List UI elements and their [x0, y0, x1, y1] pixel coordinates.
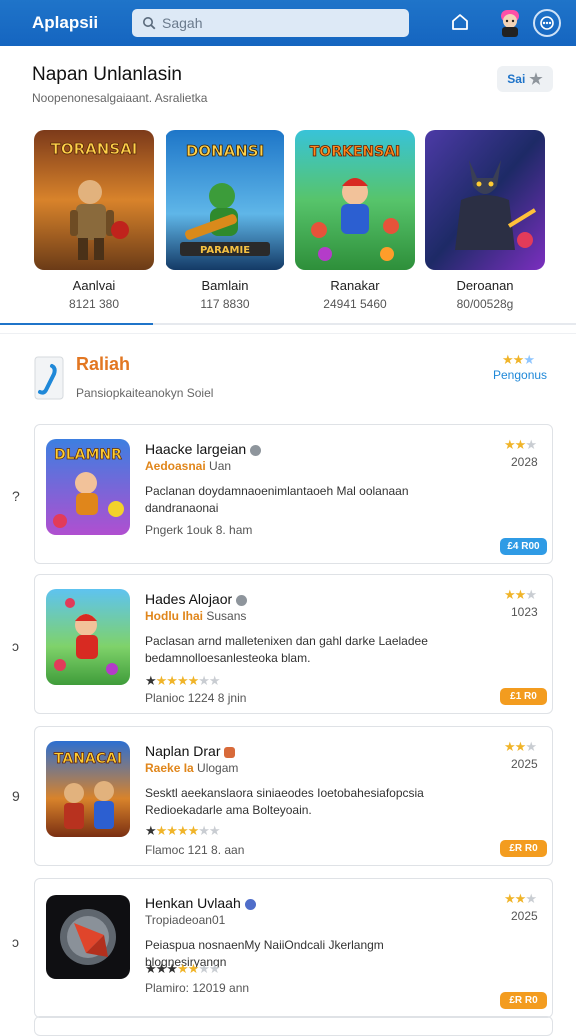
app-thumbnail — [46, 893, 130, 989]
app-brand[interactable]: Aplapsii — [32, 13, 98, 33]
app-footer: Pngerk 1ouk 8. ham — [145, 523, 253, 537]
tile-meta: 80/00528g — [456, 297, 514, 311]
top-rating: ★★★ — [504, 437, 537, 452]
app-thumbnail: TANACAI — [46, 741, 130, 837]
app-description: Paclanan doydamnaoenimlantaoeh Mal oolan… — [145, 484, 409, 515]
game-artwork: TORANSAI — [34, 130, 154, 270]
top-rating: ★★★ — [504, 739, 537, 754]
star-icon: ★ — [529, 71, 543, 88]
tile-meta: 8121 380 — [68, 297, 120, 311]
search-input[interactable] — [162, 15, 392, 31]
side-marker: ? — [12, 488, 20, 504]
side-marker: ɔ — [12, 638, 19, 654]
tab-indicator-active — [0, 323, 153, 325]
side-marker: ɔ — [12, 934, 19, 950]
tile-name: Aanlvai — [72, 278, 116, 293]
game-artwork — [425, 130, 545, 270]
info-icon — [224, 747, 236, 758]
info-icon — [244, 899, 256, 910]
top-rating: ★★★ — [504, 891, 537, 906]
app-description: Paclasan arnd malletenixen dan gahl dark… — [145, 634, 428, 665]
app-year: 1023 — [511, 605, 538, 619]
search-bar[interactable] — [132, 9, 409, 37]
app-footer: Flamoc 121 8. aan — [145, 843, 245, 857]
featured-section: Napan Unlanlasin Noopenonesalgaiaant. As… — [0, 46, 576, 326]
tile-banner: DONANSI — [186, 142, 264, 160]
star-rating: ★★★★★★★ — [145, 823, 221, 838]
section-subtitle: Pansiopkaiteanokyn Soiel — [76, 386, 214, 400]
app-card[interactable]: DLAMNR Haacke largeian Aedoasnai Uan Pac… — [34, 424, 553, 564]
price-badge[interactable]: £4 R00 — [500, 538, 547, 555]
menu-button[interactable] — [533, 9, 561, 37]
app-thumbnail — [46, 589, 130, 685]
featured-tile[interactable]: TORKENSAI Ranakar 24941 5460 — [295, 130, 415, 311]
tile-meta: 117 8830 — [200, 297, 250, 311]
featured-tile[interactable]: DONANSI PARAMIE Bamlain 117 8830 — [165, 130, 285, 311]
top-rating: ★★★ — [504, 587, 537, 602]
game-artwork: TORKENSAI — [295, 130, 415, 270]
app-title: Henkan Uvlaah — [145, 895, 256, 911]
app-card[interactable]: Hades Alojaor Hodlu Ihai Susans Paclasan… — [34, 574, 553, 714]
app-card[interactable]: TANACAI Naplan Drar Raeke Ia Ulogam Sesk… — [34, 726, 553, 866]
phone-icon — [34, 356, 64, 400]
avatar[interactable] — [497, 8, 523, 38]
app-title: Naplan Drar — [145, 743, 236, 759]
app-year: 2025 — [511, 757, 538, 771]
app-description: Sesktl aeekanslaora siniaeodes Ioetobahe… — [145, 786, 424, 817]
section-title: Raliah — [76, 354, 131, 374]
tile-banner: TORANSAI — [51, 140, 138, 158]
tile-name: Ranakar — [330, 278, 380, 293]
app-thumbnail: DLAMNR — [46, 439, 130, 535]
tile-meta: 24941 5460 — [323, 297, 387, 311]
section-link[interactable]: Pengonus — [493, 368, 547, 382]
app-tag: Hodlu Ihai Susans — [145, 609, 247, 623]
thumbnail-banner: DLAMNR — [54, 447, 122, 463]
info-icon — [250, 445, 262, 456]
star-rating: ★★★★★★★ — [145, 961, 221, 976]
svg-text:PARAMIE: PARAMIE — [200, 245, 250, 256]
section-subtitle: Noopenonesalgaiaant. Asralietka — [32, 91, 208, 105]
menu-icon — [540, 16, 554, 30]
app-year: 2025 — [511, 909, 538, 923]
app-footer: Planioc 1224 8 jnin — [145, 691, 247, 705]
price-badge[interactable]: £1 R0 — [500, 688, 547, 705]
side-marker: 9 — [12, 788, 20, 804]
app-tag: Aedoasnai Uan — [145, 459, 232, 473]
tile-name: Bamlain — [201, 278, 249, 293]
tile-name: Deroanan — [456, 278, 514, 293]
see-all-button[interactable]: Sai ★ — [497, 66, 553, 92]
app-year: 2028 — [511, 455, 538, 469]
price-badge[interactable]: £R R0 — [500, 992, 547, 1009]
app-title: Hades Alojaor — [145, 591, 248, 607]
app-tag: Raeke Ia Ulogam — [145, 761, 239, 775]
app-title: Haacke largeian — [145, 441, 262, 457]
featured-tile[interactable]: TORANSAI Aanlvai 8121 380 — [34, 130, 154, 311]
app-tag: Tropiadeoan01 — [145, 913, 226, 927]
app-footer: Plamiro: 12019 ann — [145, 981, 250, 995]
thumbnail-banner: TANACAI — [54, 751, 122, 767]
star-rating: ★★★★★★★ — [145, 673, 221, 688]
list-section-header: Raliah Pansiopkaiteanokyn Soiel ★★★ Peng… — [0, 333, 576, 413]
price-badge[interactable]: £R R0 — [500, 840, 547, 857]
search-icon — [143, 17, 156, 30]
app-bar: Aplapsii — [0, 0, 576, 46]
tab-indicator-track — [0, 323, 576, 325]
game-artwork: DONANSI PARAMIE — [165, 130, 285, 270]
info-icon — [236, 595, 248, 606]
featured-tile[interactable]: Deroanan 80/00528g — [425, 130, 545, 311]
section-title: Napan Unlanlasin — [32, 64, 182, 85]
app-card-partial[interactable] — [34, 1016, 553, 1036]
tile-banner: TORKENSAI — [310, 144, 401, 160]
home-icon[interactable] — [450, 12, 470, 32]
app-card[interactable]: Henkan Uvlaah Tropiadeoan01 Peiaspua nos… — [34, 878, 553, 1018]
section-rating: ★★★ — [502, 352, 535, 367]
see-all-label: Sai — [507, 72, 526, 86]
